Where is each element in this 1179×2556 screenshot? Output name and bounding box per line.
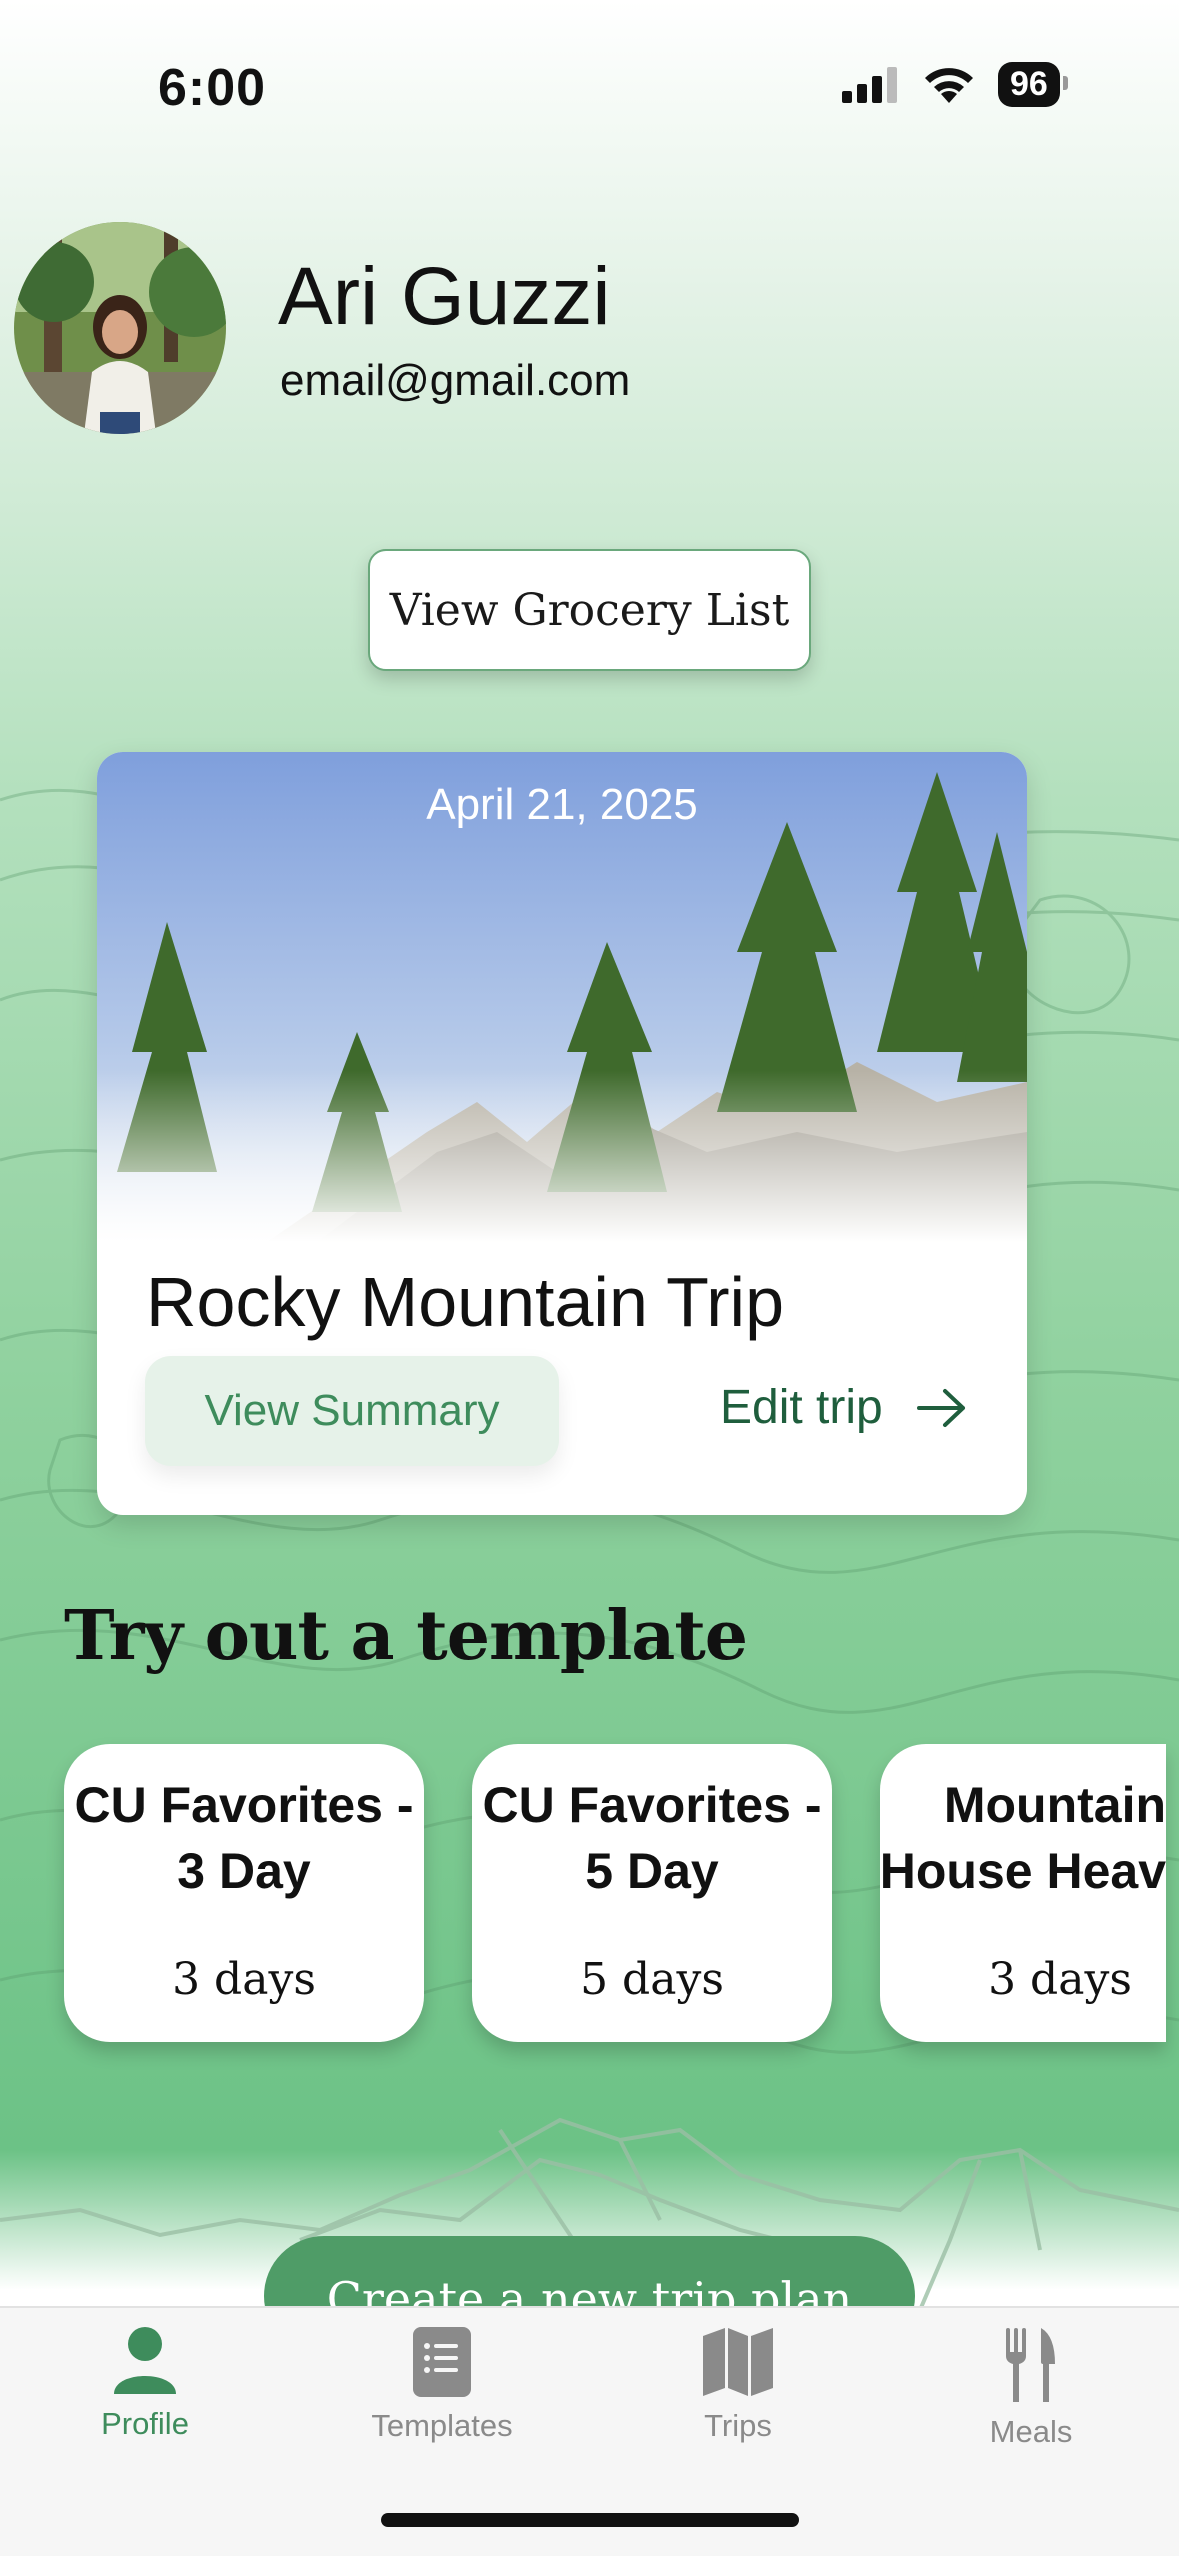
tab-templates[interactable]: Templates [322,2326,562,2444]
cellular-signal-icon [842,66,897,103]
fork-knife-icon [1006,2328,1055,2402]
battery-indicator: 96 [998,62,1068,107]
tab-label: Profile [101,2406,189,2441]
template-card[interactable]: CU Favorites - 3 Day 3 days [64,1744,424,2042]
tab-label: Trips [704,2408,772,2443]
template-card[interactable]: Mountain House Heav 3 days [880,1744,1166,2042]
trip-date: April 21, 2025 [426,780,698,829]
tab-label: Templates [371,2408,513,2443]
avatar-photo [14,222,226,434]
tab-trips[interactable]: Trips [618,2326,858,2444]
avatar[interactable] [14,222,226,434]
map-icon [703,2328,773,2396]
template-card[interactable]: CU Favorites - 5 Day 5 days [472,1744,832,2042]
template-days: 3 days [988,1954,1132,2005]
template-days: 5 days [580,1954,724,2005]
wifi-icon [925,67,973,103]
list-icon [413,2327,471,2397]
tab-profile[interactable]: Profile [25,2326,265,2442]
template-name: CU Favorites - 5 Day [482,1777,822,1899]
trip-title: Rocky Mountain Trip [146,1263,785,1341]
arrow-right-icon [916,1388,965,1427]
edit-trip-link[interactable]: Edit trip [720,1380,967,1435]
trip-card[interactable]: April 21, 2025 Rocky Mountain Trip View … [97,752,1027,1515]
tab-meals[interactable]: Meals [911,2326,1151,2450]
view-summary-button[interactable]: View Summary [145,1356,559,1466]
tab-label: Meals [989,2414,1073,2449]
user-name: Ari Guzzi [278,251,611,342]
template-name: Mountain House Heav [880,1777,1166,1899]
edit-trip-label: Edit trip [720,1381,883,1434]
home-indicator [381,2513,799,2527]
templates-heading: Try out a template [64,1596,748,1676]
user-email: email@gmail.com [280,356,631,405]
status-time: 6:00 [158,59,267,117]
template-name: CU Favorites - 3 Day [74,1777,414,1899]
view-grocery-list-button[interactable]: View Grocery List [368,549,811,671]
person-icon [114,2327,176,2394]
template-days: 3 days [172,1954,316,2005]
status-icons: 96 [842,62,1068,107]
